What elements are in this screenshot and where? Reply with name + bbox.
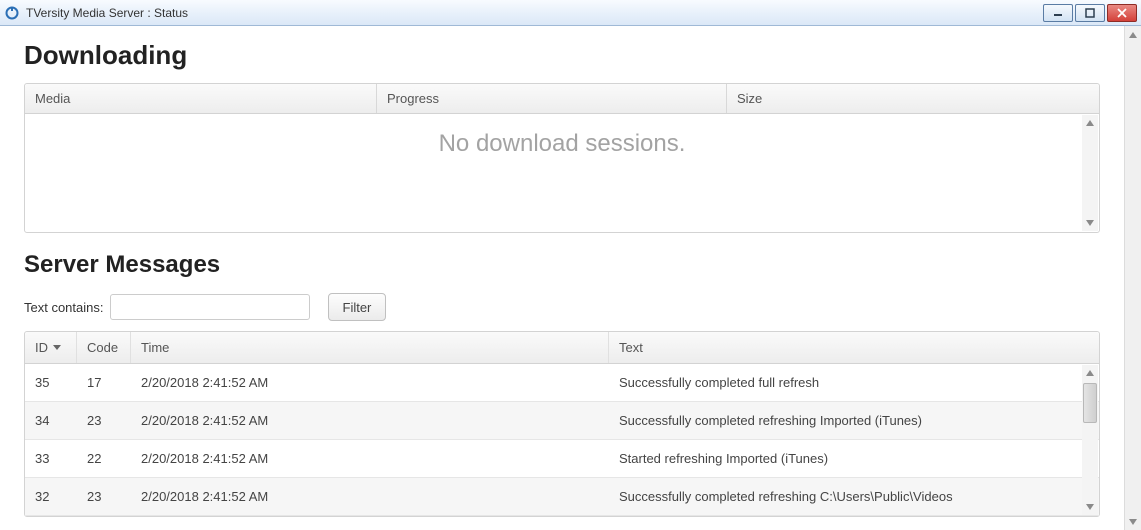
downloading-table: Media Progress Size No download sessions…	[24, 83, 1100, 233]
col-header-code[interactable]: Code	[77, 332, 131, 363]
cell-text: Started refreshing Imported (iTunes)	[609, 451, 1099, 466]
col-header-progress[interactable]: Progress	[377, 84, 727, 113]
cell-time: 2/20/2018 2:41:52 AM	[131, 489, 609, 504]
table-row[interactable]: 32 23 2/20/2018 2:41:52 AM Successfully …	[25, 478, 1099, 516]
col-header-size[interactable]: Size	[727, 84, 1099, 113]
scroll-down-icon[interactable]	[1083, 215, 1097, 231]
downloading-table-header: Media Progress Size	[25, 84, 1099, 114]
cell-time: 2/20/2018 2:41:52 AM	[131, 375, 609, 390]
scroll-up-icon[interactable]	[1126, 26, 1141, 43]
page-scrollbar[interactable]	[1124, 26, 1141, 530]
cell-code: 23	[77, 489, 131, 504]
minimize-button[interactable]	[1043, 4, 1073, 22]
downloading-scrollbar[interactable]	[1082, 115, 1098, 231]
scroll-up-icon[interactable]	[1083, 115, 1097, 131]
downloading-heading: Downloading	[24, 40, 1100, 71]
cell-text: Successfully completed full refresh	[609, 375, 1099, 390]
maximize-button[interactable]	[1075, 4, 1105, 22]
messages-table: ID Code Time Text 35 17 2/20/2018 2:41:5…	[24, 331, 1100, 517]
scroll-thumb[interactable]	[1083, 383, 1097, 423]
cell-time: 2/20/2018 2:41:52 AM	[131, 451, 609, 466]
filter-button[interactable]: Filter	[328, 293, 387, 321]
scroll-down-icon[interactable]	[1083, 499, 1097, 515]
cell-id: 32	[25, 489, 77, 504]
filter-input[interactable]	[110, 294, 310, 320]
messages-table-body: 35 17 2/20/2018 2:41:52 AM Successfully …	[25, 364, 1099, 516]
cell-text: Successfully completed refreshing Import…	[609, 413, 1099, 428]
cell-id: 33	[25, 451, 77, 466]
cell-code: 17	[77, 375, 131, 390]
cell-code: 22	[77, 451, 131, 466]
server-messages-heading: Server Messages	[24, 251, 1100, 279]
cell-time: 2/20/2018 2:41:52 AM	[131, 413, 609, 428]
titlebar: TVersity Media Server : Status	[0, 0, 1141, 26]
cell-id: 34	[25, 413, 77, 428]
col-header-time[interactable]: Time	[131, 332, 609, 363]
table-row[interactable]: 35 17 2/20/2018 2:41:52 AM Successfully …	[25, 364, 1099, 402]
scroll-up-icon[interactable]	[1083, 365, 1097, 381]
close-button[interactable]	[1107, 4, 1137, 22]
downloading-table-body: No download sessions.	[25, 114, 1099, 232]
messages-scrollbar[interactable]	[1082, 365, 1098, 515]
page-content: Downloading Media Progress Size No downl…	[0, 26, 1124, 530]
cell-text: Successfully completed refreshing C:\Use…	[609, 489, 1099, 504]
table-row[interactable]: 34 23 2/20/2018 2:41:52 AM Successfully …	[25, 402, 1099, 440]
col-header-id-label: ID	[35, 340, 48, 355]
window-controls	[1043, 4, 1137, 22]
filter-label: Text contains:	[24, 300, 104, 315]
downloading-empty-message: No download sessions.	[439, 130, 686, 158]
app-icon	[4, 5, 20, 21]
col-header-id[interactable]: ID	[25, 332, 77, 363]
window-title: TVersity Media Server : Status	[26, 6, 188, 20]
cell-id: 35	[25, 375, 77, 390]
col-header-text[interactable]: Text	[609, 332, 1099, 363]
cell-code: 23	[77, 413, 131, 428]
filter-row: Text contains: Filter	[24, 293, 1100, 321]
sort-desc-icon	[53, 345, 61, 350]
messages-table-header: ID Code Time Text	[25, 332, 1099, 364]
col-header-media[interactable]: Media	[25, 84, 377, 113]
table-row[interactable]: 33 22 2/20/2018 2:41:52 AM Started refre…	[25, 440, 1099, 478]
scroll-down-icon[interactable]	[1126, 513, 1141, 530]
